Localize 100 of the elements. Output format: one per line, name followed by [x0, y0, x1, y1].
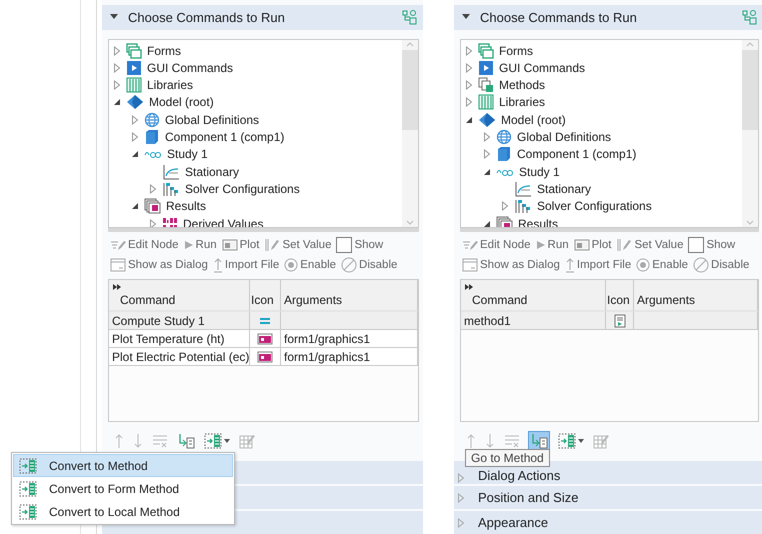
curve-icon: [514, 180, 532, 197]
play-icon: [126, 60, 142, 76]
tree-item-label[interactable]: Results: [166, 199, 206, 214]
window-icon: [462, 258, 478, 272]
section-header[interactable]: Dialog Actions: [454, 461, 762, 484]
up-arrow-icon: [564, 257, 575, 274]
column-header[interactable]: Command: [464, 293, 528, 308]
tree-item-label[interactable]: Model (root): [501, 112, 566, 127]
expand-arrow-icon: [113, 46, 121, 56]
tree-item-label[interactable]: Component 1 (comp1): [517, 147, 636, 162]
section-title: Choose Commands to Run: [480, 10, 638, 25]
expand-arrow-icon: [458, 518, 464, 528]
expand-arrow-icon: [131, 132, 139, 142]
expand-arrow-icon: [465, 46, 473, 56]
tree-item-label[interactable]: Libraries: [147, 78, 194, 92]
convert-icon: [19, 504, 37, 520]
collapse-arrow-icon: [110, 14, 118, 20]
tree-item-label[interactable]: Global Definitions: [517, 130, 612, 144]
books-icon: [478, 94, 494, 110]
toolbar-button[interactable]: [557, 432, 585, 450]
section-header[interactable]: Position and Size: [454, 486, 762, 509]
table-cell: Plot Electric Potential (ec): [109, 348, 250, 366]
down-caret-icon: [406, 219, 414, 228]
fast-forward-icon: [465, 284, 473, 290]
table-edit-icon: [239, 433, 255, 450]
tree-item-label[interactable]: Stationary: [185, 164, 240, 179]
pencil-lines-icon: [110, 238, 126, 252]
collapse-arrow-icon: [465, 116, 473, 124]
checkbox-icon: [336, 237, 352, 254]
tooltip: Go to Method: [465, 449, 550, 467]
down-arrow-icon: [485, 433, 495, 449]
tree-item-label[interactable]: Component 1 (comp1): [165, 130, 284, 144]
documents-icon: [478, 77, 494, 94]
books-icon: [126, 77, 142, 94]
scrollbar[interactable]: [742, 40, 758, 228]
column-header[interactable]: Icon: [250, 280, 281, 312]
section-header[interactable]: Choose Commands to Run: [102, 5, 423, 30]
tree-item-label[interactable]: GUI Commands: [499, 60, 586, 75]
tree-item-label[interactable]: Derived Values: [183, 216, 264, 228]
expand-arrow-icon: [465, 62, 473, 73]
checkbox-icon: [688, 237, 704, 254]
play-icon: [536, 240, 546, 250]
scrollbar[interactable]: [402, 40, 418, 228]
convert-icon: [19, 480, 37, 496]
window-icon: [110, 258, 126, 272]
pencil-lines-icon: [616, 238, 632, 252]
section-title: Appearance: [478, 515, 548, 530]
tree-item-label[interactable]: Methods: [499, 78, 546, 92]
tree-item-label[interactable]: Study 1: [519, 164, 560, 179]
stacked-windows-icon: [144, 198, 161, 214]
expand-arrow-icon: [465, 80, 473, 90]
menu-item[interactable]: Convert to Method: [13, 454, 233, 477]
table-cell: form1/graphics1: [281, 330, 418, 348]
tree-item-label[interactable]: Solver Configurations: [185, 182, 300, 196]
toolbar-button[interactable]: [484, 432, 496, 450]
tree-item-label[interactable]: Global Definitions: [165, 112, 260, 127]
tree-item-label[interactable]: Model (root): [149, 95, 214, 110]
plot-icon: [574, 239, 590, 252]
hierarchy-icon: [741, 9, 757, 26]
tree-item-label[interactable]: GUI Commands: [147, 60, 234, 75]
tree-item-label[interactable]: Libraries: [499, 95, 546, 110]
tree-item-label[interactable]: Results: [518, 216, 558, 228]
up-arrow-icon: [212, 257, 223, 274]
expand-arrow-icon: [501, 201, 509, 212]
plot-icon: [257, 332, 273, 345]
hierarchy-icon: [401, 9, 417, 26]
section-title: Position and Size: [478, 490, 578, 505]
table-cell: Compute Study 1: [109, 312, 250, 330]
convert-icon: [19, 458, 37, 474]
plot-icon: [222, 239, 238, 252]
radio-icon: [636, 258, 650, 272]
equals-icon: [259, 316, 271, 326]
toolbar-button[interactable]: [203, 432, 231, 450]
up-arrow-icon: [114, 433, 124, 450]
up-caret-icon: [406, 40, 414, 48]
section-header[interactable]: Appearance: [454, 511, 762, 534]
menu-item[interactable]: Convert to Local Method: [13, 500, 233, 523]
menu-item[interactable]: Convert to Form Method: [13, 477, 233, 500]
plot-icon: [257, 350, 273, 363]
cube-icon: [144, 129, 160, 146]
tree-item-label[interactable]: Study 1: [167, 147, 208, 162]
toolbar-button[interactable]: [465, 432, 477, 450]
tree-item-label[interactable]: Solver Configurations: [537, 199, 652, 214]
tree-item-label[interactable]: Forms: [147, 44, 181, 58]
arrow-document-icon: [177, 433, 195, 450]
toolbar-button[interactable]: [528, 431, 550, 451]
column-header[interactable]: Icon: [606, 280, 634, 312]
prohibited-icon: [693, 257, 710, 274]
curve-icon: [162, 164, 180, 180]
column-header[interactable]: Arguments: [634, 280, 758, 312]
diamond-icon: [126, 94, 144, 110]
section-header[interactable]: Choose Commands to Run: [454, 5, 762, 30]
document-icon: [614, 314, 626, 328]
expand-arrow-icon: [149, 184, 157, 194]
tree-item-label[interactable]: Stationary: [537, 182, 592, 196]
expand-arrow-icon: [113, 80, 121, 90]
pencil-lines-icon: [264, 238, 280, 252]
tree-item-label[interactable]: Forms: [499, 44, 533, 58]
play-icon: [478, 60, 494, 76]
column-header[interactable]: Arguments: [281, 280, 418, 312]
